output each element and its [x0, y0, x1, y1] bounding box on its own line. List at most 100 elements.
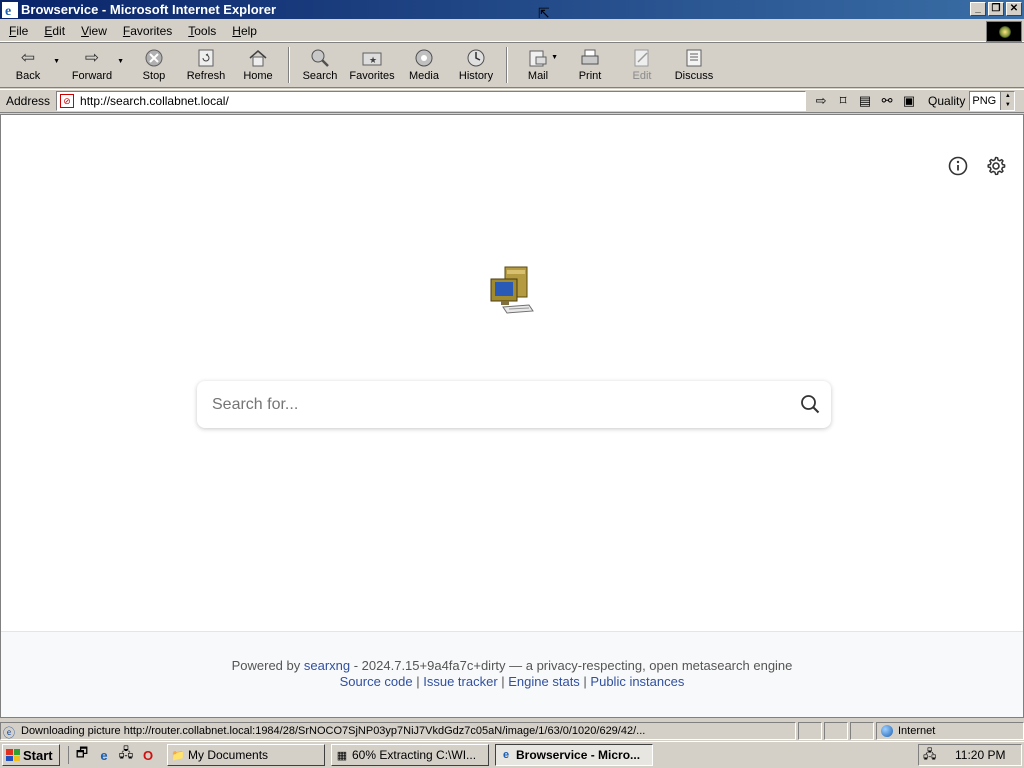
history-icon — [465, 48, 487, 68]
footer-powered-line: Powered by searxng - 2024.7.15+9a4fa7c+d… — [1, 658, 1023, 673]
back-button[interactable]: ⇦ Back ▼ — [2, 44, 60, 86]
discuss-icon — [683, 48, 705, 68]
menu-view[interactable]: View — [72, 24, 114, 38]
address-input[interactable]: ⊘ http://search.collabnet.local/ — [56, 91, 807, 111]
quality-spinner-icon[interactable]: ▲ ▼ — [1000, 92, 1015, 110]
quality-select[interactable]: PNG ▲ ▼ — [969, 91, 1016, 111]
edit-page-icon — [631, 48, 653, 68]
footer-links: Source code | Issue tracker | Engine sta… — [1, 674, 1023, 689]
toolbar-separator — [506, 47, 508, 83]
clipboard-icon[interactable]: ▣ — [900, 92, 918, 110]
history-label: History — [458, 70, 494, 82]
opera-icon[interactable]: O — [139, 746, 157, 764]
bookmark-icon[interactable]: ⌑ — [834, 92, 852, 110]
find-binoculars-icon[interactable]: ⚯ — [878, 92, 896, 110]
quality-label: Quality — [928, 94, 966, 108]
mail-icon — [527, 48, 549, 68]
media-icon — [413, 48, 435, 68]
page-view-icon[interactable]: ▤ — [856, 92, 874, 110]
link-separator: | — [412, 674, 424, 689]
address-bar: Address ⊘ http://search.collabnet.local/… — [0, 89, 1024, 113]
ie-page-icon: ⓔ — [3, 726, 16, 740]
task-extracting[interactable]: ▦ 60% Extracting C:\WI... — [331, 744, 489, 766]
go-arrow-icon[interactable]: ⇨ — [812, 92, 830, 110]
history-button[interactable]: History — [450, 44, 502, 86]
menu-tools[interactable]: Tools — [179, 24, 223, 38]
status-cell — [798, 722, 822, 740]
menu-file[interactable]: File — [0, 24, 35, 38]
status-bar: ⓔ Downloading picture http://router.coll… — [0, 722, 1024, 740]
system-tray: 🖧 11:20 PM — [918, 744, 1022, 766]
search-input[interactable] — [197, 395, 757, 414]
menu-help[interactable]: Help — [223, 24, 264, 38]
page-footer: Powered by searxng - 2024.7.15+9a4fa7c+d… — [1, 631, 1023, 717]
stop-icon — [143, 48, 165, 68]
settings-gear-icon[interactable] — [985, 155, 1007, 177]
search-button[interactable]: Search — [294, 44, 346, 86]
forward-arrow-icon: ⇨ — [84, 48, 100, 67]
printer-icon — [579, 48, 601, 68]
search-icon[interactable] — [799, 393, 821, 415]
task-my-documents[interactable]: 📁 My Documents — [167, 744, 325, 766]
home-icon — [247, 48, 269, 68]
address-url[interactable]: http://search.collabnet.local/ — [80, 94, 229, 108]
back-arrow-icon: ⇦ — [20, 48, 36, 67]
forward-button[interactable]: ⇨ Forward ▼ — [66, 44, 124, 86]
quality-value: PNG — [972, 95, 997, 107]
mail-label: Mail — [527, 70, 549, 82]
task-label: Browservice - Micro... — [516, 748, 641, 762]
task-label: 60% Extracting C:\WI... — [352, 748, 477, 762]
ie-quicklaunch-icon[interactable]: e — [95, 746, 113, 764]
forward-dropdown-icon[interactable]: ▼ — [117, 58, 124, 65]
public-instances-link[interactable]: Public instances — [590, 674, 684, 689]
clock: 11:20 PM — [955, 748, 1006, 762]
show-desktop-icon[interactable]: 🗗 — [73, 745, 91, 764]
computer-logo-icon — [490, 266, 534, 314]
mail-button[interactable]: Mail ▼ — [512, 44, 564, 86]
svg-text:★: ★ — [369, 55, 377, 65]
stop-label: Stop — [142, 70, 166, 82]
discuss-label: Discuss — [674, 70, 714, 82]
folder-icon: 📁 — [171, 749, 185, 762]
security-zone: Internet — [876, 722, 1024, 740]
favorites-label: Favorites — [349, 70, 395, 82]
back-dropdown-icon[interactable]: ▼ — [53, 58, 60, 65]
menu-favorites[interactable]: Favorites — [114, 24, 179, 38]
minimize-button[interactable]: _ — [970, 2, 986, 16]
quick-launch: 🗗 e 🖧 O — [68, 745, 157, 764]
menu-edit[interactable]: Edit — [35, 24, 72, 38]
info-icon[interactable] — [947, 155, 969, 177]
favorites-button[interactable]: ★ Favorites — [346, 44, 398, 86]
mail-dropdown-icon[interactable]: ▼ — [551, 54, 558, 61]
issue-tracker-link[interactable]: Issue tracker — [423, 674, 497, 689]
source-code-link[interactable]: Source code — [340, 674, 413, 689]
address-label: Address — [6, 94, 51, 108]
discuss-button[interactable]: Discuss — [668, 44, 720, 86]
refresh-label: Refresh — [186, 70, 226, 82]
home-button[interactable]: Home — [232, 44, 284, 86]
link-separator: | — [579, 674, 591, 689]
back-label: Back — [15, 70, 41, 82]
network-icon[interactable]: 🖧 — [117, 745, 135, 764]
link-separator: | — [497, 674, 509, 689]
engine-stats-link[interactable]: Engine stats — [508, 674, 580, 689]
searxng-link[interactable]: searxng — [304, 658, 350, 673]
archive-icon: ▦ — [336, 749, 348, 762]
edit-button[interactable]: Edit — [616, 44, 668, 86]
print-label: Print — [578, 70, 602, 82]
close-button[interactable]: ✕ — [1006, 2, 1022, 16]
page-icon: ⊘ — [60, 94, 75, 108]
task-label: My Documents — [188, 748, 269, 762]
start-button[interactable]: Start — [2, 744, 60, 766]
network-tray-icon[interactable]: 🖧 — [923, 745, 939, 766]
task-browservice[interactable]: e Browservice - Micro... — [495, 744, 653, 766]
refresh-button[interactable]: Refresh — [180, 44, 232, 86]
media-button[interactable]: Media — [398, 44, 450, 86]
refresh-icon — [195, 48, 217, 68]
title-bar: e Browservice - Microsoft Internet Explo… — [0, 0, 1024, 19]
edit-label: Edit — [632, 70, 652, 82]
stop-button[interactable]: Stop — [128, 44, 180, 86]
forward-label: Forward — [71, 70, 113, 82]
print-button[interactable]: Print — [564, 44, 616, 86]
restore-button[interactable]: ❐ — [988, 2, 1004, 16]
